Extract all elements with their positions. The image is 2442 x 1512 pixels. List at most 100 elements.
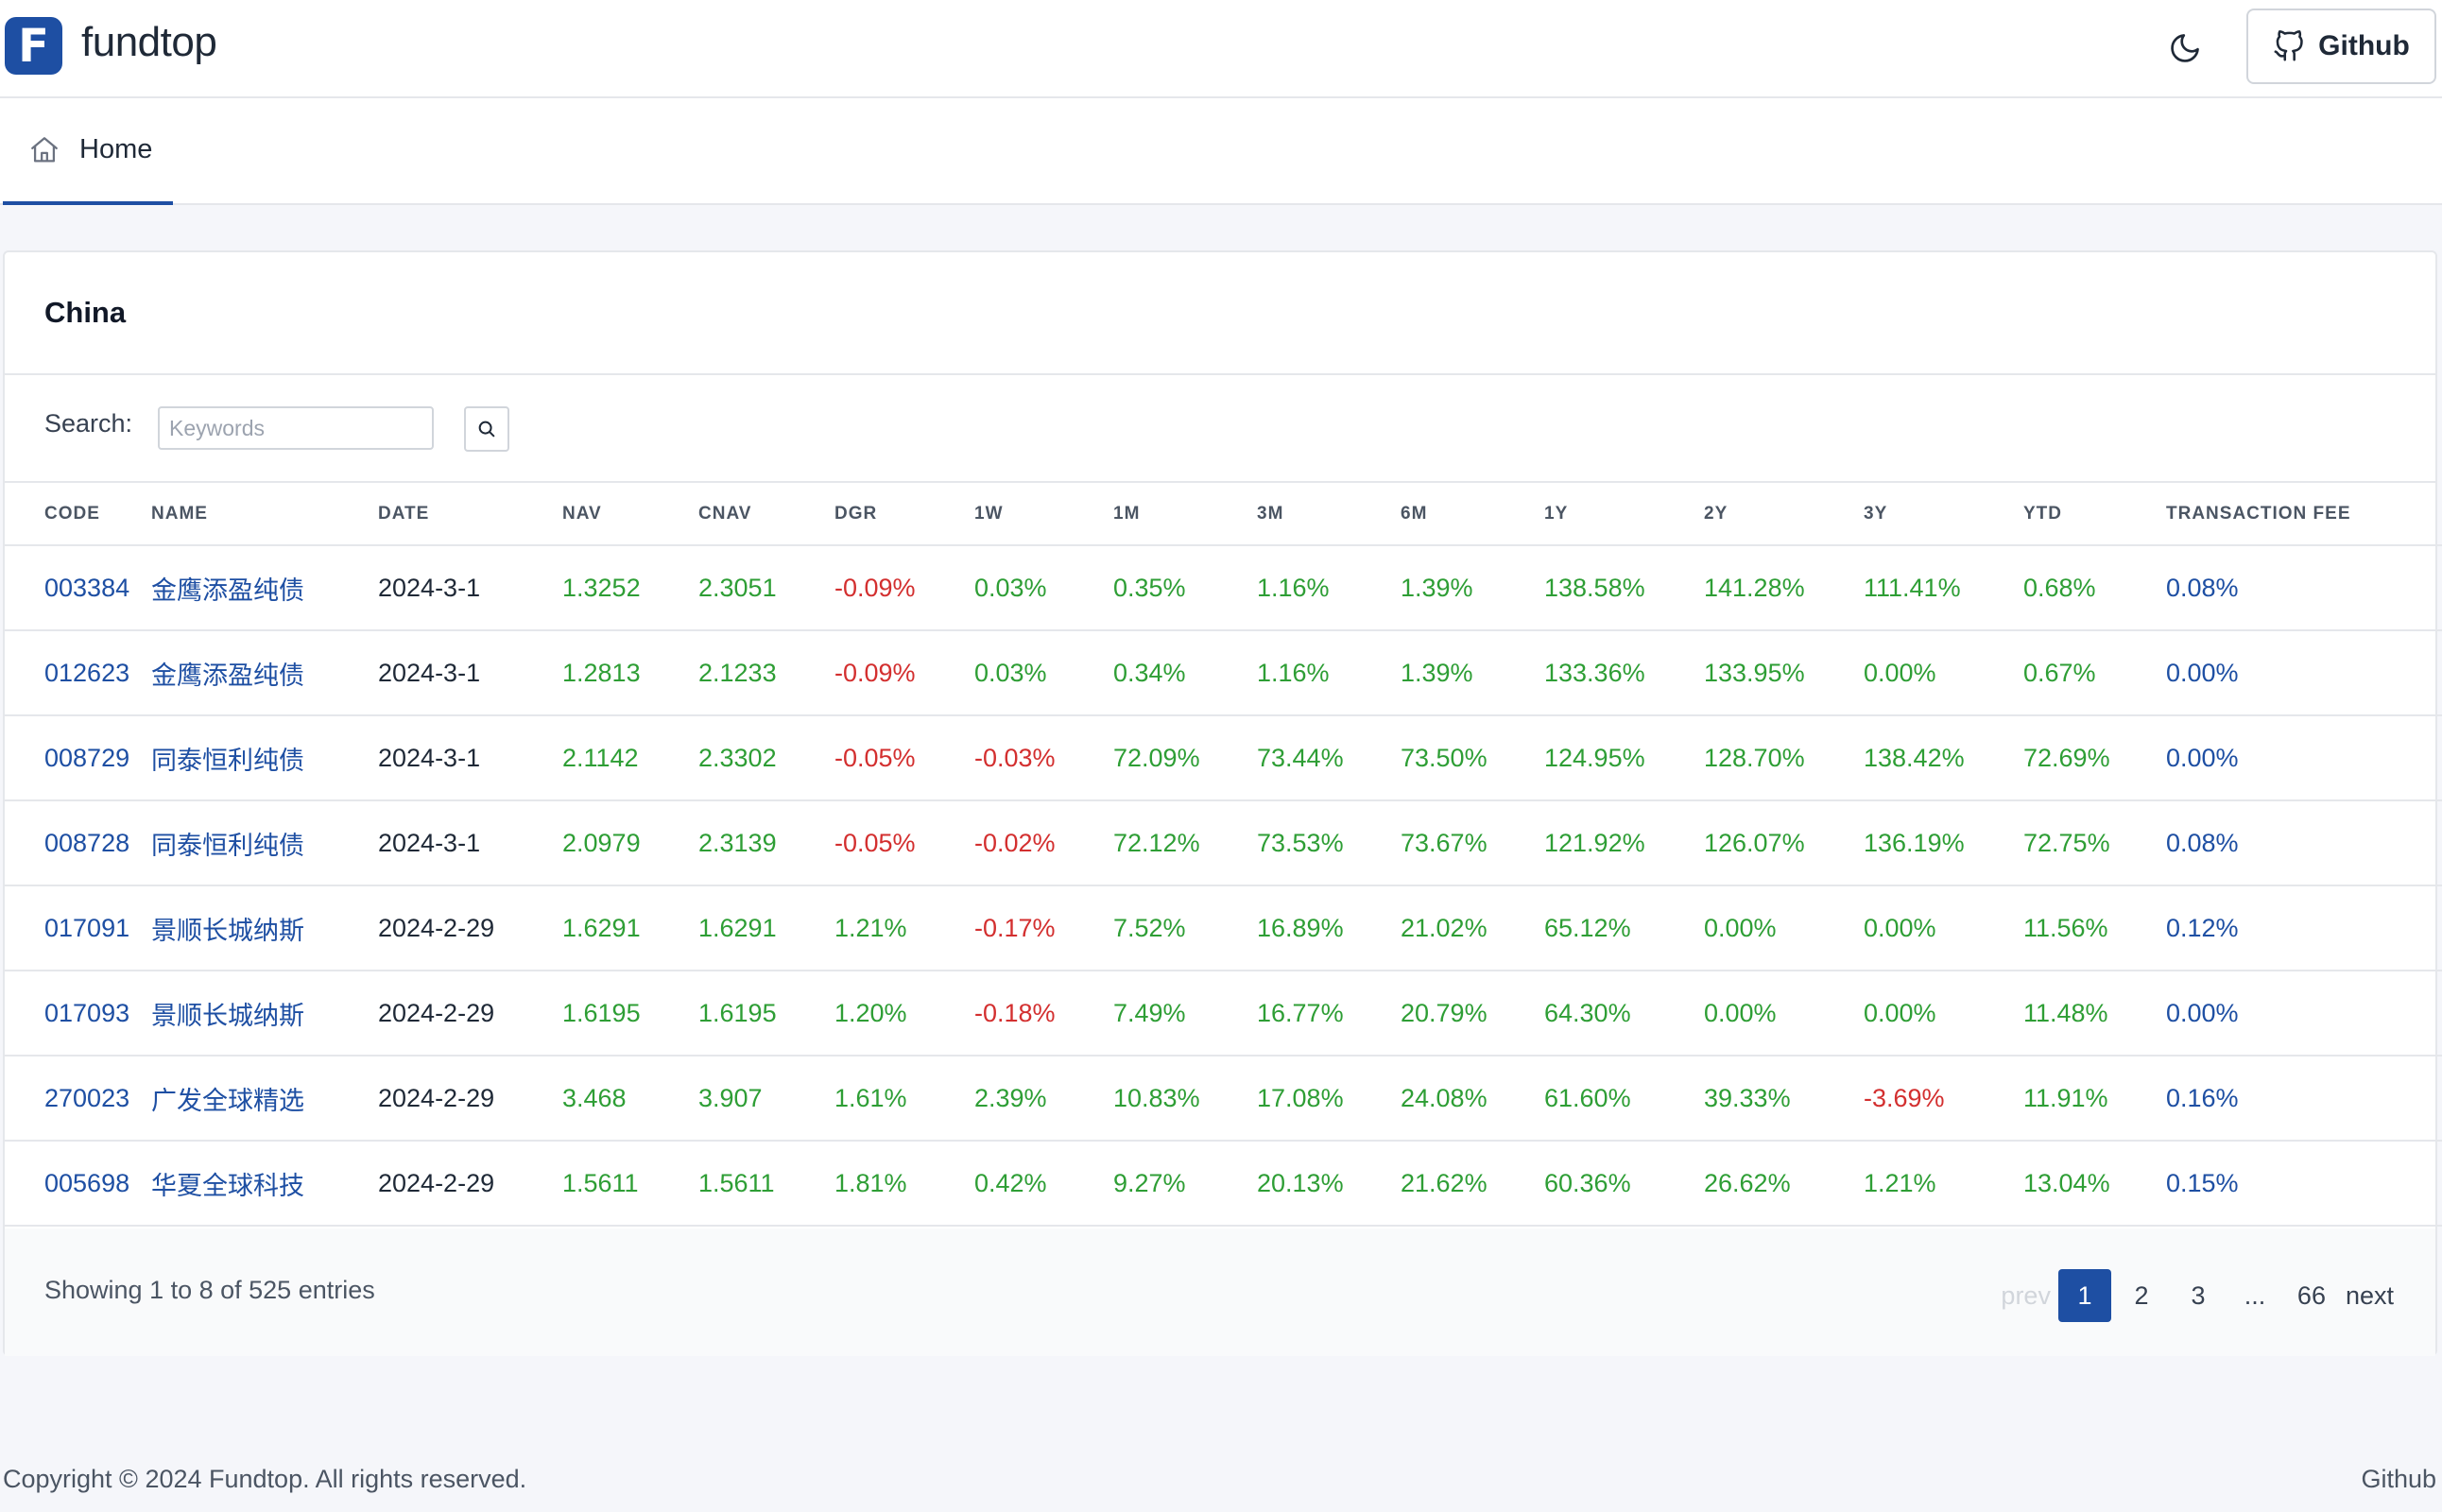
search-input[interactable] (158, 406, 434, 450)
table-row[interactable]: 005698 华夏全球科技 2024-2-29 1.5611 1.5611 1.81% 0.… (5, 1141, 2442, 1227)
fund-table-card: China Search: Keywords CODE NAME DATE NA… (3, 250, 2442, 1356)
cell-transaction-fee: 0.16% (2166, 1056, 2442, 1142)
column-header-1m[interactable]: 1M (1113, 483, 1257, 546)
cell-name[interactable]: 景顺长城纳斯 (151, 971, 378, 1057)
cell-date: 2024-2-29 (378, 1056, 562, 1142)
cell-1m: 7.52% (1113, 885, 1257, 971)
tab-home[interactable]: Home (3, 98, 173, 205)
page-footer: Copyright © 2024 Fundtop. All rights res… (0, 1455, 2442, 1512)
cell-2y: 0.00% (1704, 971, 1864, 1057)
github-button[interactable]: Github (2246, 9, 2436, 84)
cell-1w: -0.17% (974, 885, 1113, 971)
column-header-transaction-fee[interactable]: TRANSACTION FEE (2166, 483, 2442, 546)
column-header-3y[interactable]: 3Y (1864, 483, 2023, 546)
cell-nav: 1.6291 (562, 885, 698, 971)
cell-dgr: -0.05% (834, 800, 974, 886)
footer-github-link[interactable]: Github (2361, 1465, 2436, 1494)
cell-code[interactable]: 012623 (5, 630, 151, 716)
column-header-cnav[interactable]: CNAV (698, 483, 834, 546)
table-row[interactable]: 012623 金鹰添盈纯债 2024-3-1 1.2813 2.1233 -0.09% 0.… (5, 630, 2442, 716)
copyright-text: Copyright © 2024 Fundtop. All rights res… (3, 1465, 527, 1493)
column-header-date[interactable]: DATE (378, 483, 562, 546)
cell-1m: 10.83% (1113, 1056, 1257, 1142)
column-header-6m[interactable]: 6M (1401, 483, 1544, 546)
cell-3m: 1.16% (1257, 630, 1401, 716)
cell-name[interactable]: 广发全球精选 (151, 1056, 378, 1142)
search-icon (478, 421, 495, 438)
table-body: 003384 金鹰添盈纯债 2024-3-1 1.3252 2.3051 -0.09% 0.… (5, 545, 2442, 1227)
table-header: CODE NAME DATE NAV CNAV DGR 1W 1M 3M 6M 1Y 2Y 3Y YTD T… (5, 483, 2442, 546)
cell-1y: 64.30% (1544, 971, 1704, 1057)
cell-1w: 2.39% (974, 1056, 1113, 1142)
cell-transaction-fee: 0.00% (2166, 715, 2442, 801)
cell-cnav: 1.6195 (698, 971, 834, 1057)
page-button-66[interactable]: 66 (2285, 1269, 2338, 1322)
page-button-1[interactable]: 1 (2057, 1269, 2111, 1322)
table-row[interactable]: 008728 同泰恒利纯债 2024-3-1 2.0979 2.3139 -0.05% -0… (5, 800, 2442, 886)
column-header-1y[interactable]: 1Y (1544, 483, 1704, 546)
table-row[interactable]: 017091 景顺长城纳斯 2024-2-29 1.6291 1.6291 1.21% -0… (5, 885, 2442, 971)
prev-page-button[interactable]: prev (1997, 1269, 2055, 1322)
cell-3y: 0.00% (1864, 630, 2023, 716)
cell-6m: 21.02% (1401, 885, 1544, 971)
table-row[interactable]: 270023 广发全球精选 2024-2-29 3.468 3.907 1.61% 2.39… (5, 1056, 2442, 1142)
cell-1m: 7.49% (1113, 971, 1257, 1057)
cell-nav: 3.468 (562, 1056, 698, 1142)
cell-1w: -0.18% (974, 971, 1113, 1057)
cell-name[interactable]: 同泰恒利纯债 (151, 800, 378, 886)
table-row[interactable]: 003384 金鹰添盈纯债 2024-3-1 1.3252 2.3051 -0.09% 0.… (5, 545, 2442, 631)
cell-6m: 1.39% (1401, 630, 1544, 716)
github-button-label: Github (2318, 30, 2410, 61)
cell-name[interactable]: 金鹰添盈纯债 (151, 545, 378, 631)
cell-1m: 72.12% (1113, 800, 1257, 886)
table-row[interactable]: 008729 同泰恒利纯债 2024-3-1 2.1142 2.3302 -0.05% -0… (5, 715, 2442, 801)
column-header-code[interactable]: CODE (5, 483, 151, 546)
cell-6m: 73.67% (1401, 800, 1544, 886)
brand-name[interactable]: fundtop (81, 19, 217, 66)
cell-name[interactable]: 景顺长城纳斯 (151, 885, 378, 971)
next-page-button[interactable]: next (2342, 1269, 2398, 1322)
cell-code[interactable]: 008728 (5, 800, 151, 886)
column-header-1w[interactable]: 1W (974, 483, 1113, 546)
page-button-3[interactable]: 3 (2172, 1269, 2225, 1322)
column-header-2y[interactable]: 2Y (1704, 483, 1864, 546)
cell-name[interactable]: 华夏全球科技 (151, 1141, 378, 1227)
table-row[interactable]: 017093 景顺长城纳斯 2024-2-29 1.6195 1.6195 1.20% -0… (5, 971, 2442, 1057)
cell-nav: 1.6195 (562, 971, 698, 1057)
cell-code[interactable]: 008729 (5, 715, 151, 801)
cell-transaction-fee: 0.08% (2166, 545, 2442, 631)
cell-6m: 24.08% (1401, 1056, 1544, 1142)
cell-ytd: 11.56% (2023, 885, 2166, 971)
cell-code[interactable]: 270023 (5, 1056, 151, 1142)
cell-ytd: 72.75% (2023, 800, 2166, 886)
search-button[interactable] (464, 406, 509, 452)
column-header-ytd[interactable]: YTD (2023, 483, 2166, 546)
cell-transaction-fee: 0.00% (2166, 971, 2442, 1057)
cell-2y: 128.70% (1704, 715, 1864, 801)
cell-date: 2024-2-29 (378, 971, 562, 1057)
cell-ytd: 11.48% (2023, 971, 2166, 1057)
theme-toggle-button[interactable] (2164, 27, 2206, 69)
logo-icon[interactable]: F (5, 17, 62, 75)
cell-nav: 1.3252 (562, 545, 698, 631)
cell-date: 2024-2-29 (378, 885, 562, 971)
cell-1m: 9.27% (1113, 1141, 1257, 1227)
cell-code[interactable]: 005698 (5, 1141, 151, 1227)
cell-1m: 0.35% (1113, 545, 1257, 631)
cell-date: 2024-3-1 (378, 715, 562, 801)
cell-nav: 2.0979 (562, 800, 698, 886)
cell-1y: 138.58% (1544, 545, 1704, 631)
column-header-dgr[interactable]: DGR (834, 483, 974, 546)
column-header-nav[interactable]: NAV (562, 483, 698, 546)
page-button-2[interactable]: 2 (2115, 1269, 2168, 1322)
cell-name[interactable]: 同泰恒利纯债 (151, 715, 378, 801)
cell-code[interactable]: 017093 (5, 971, 151, 1057)
cell-1y: 121.92% (1544, 800, 1704, 886)
column-header-name[interactable]: NAME (151, 483, 378, 546)
cell-1m: 72.09% (1113, 715, 1257, 801)
column-header-3m[interactable]: 3M (1257, 483, 1401, 546)
cell-code[interactable]: 017091 (5, 885, 151, 971)
cell-code[interactable]: 003384 (5, 545, 151, 631)
cell-1w: 0.03% (974, 630, 1113, 716)
cell-name[interactable]: 金鹰添盈纯债 (151, 630, 378, 716)
